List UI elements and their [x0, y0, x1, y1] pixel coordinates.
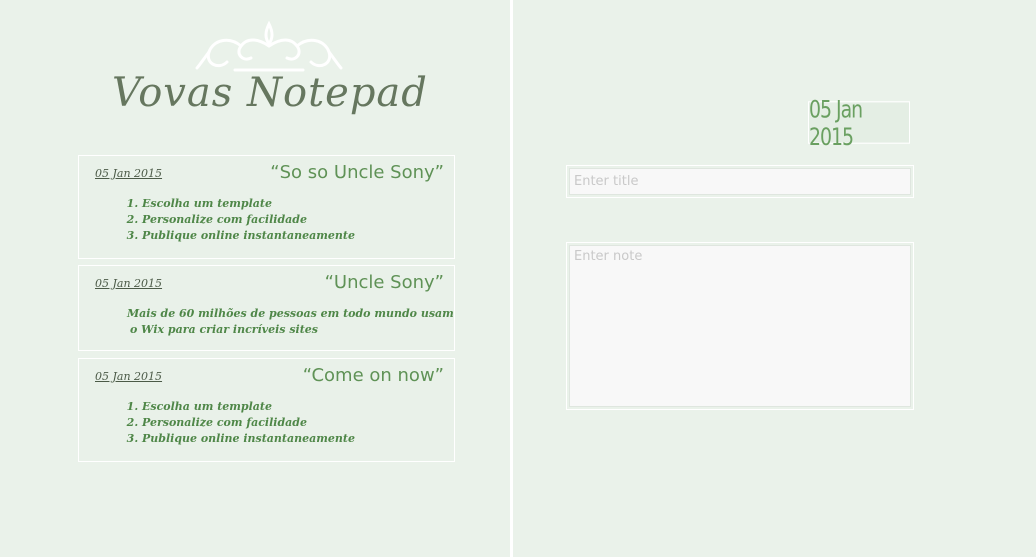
note-list-item: Personalize com facilidade — [142, 415, 355, 431]
note-title: “Uncle Sony” — [324, 272, 444, 293]
note-body: Mais de 60 milhões de pessoas em todo mu… — [127, 306, 454, 338]
note-text-line: Mais de 60 milhões de pessoas em todo mu… — [127, 307, 454, 320]
note-body: Escolha um template Personalize com faci… — [126, 399, 355, 447]
current-date-badge: 05 Jan 2015 — [808, 95, 910, 150]
note-date: 05 Jan 2015 — [95, 277, 163, 290]
note-title: “Come on now” — [302, 365, 444, 386]
title-field-frame — [566, 165, 914, 198]
title-input[interactable] — [569, 168, 911, 195]
note-textarea[interactable] — [569, 245, 911, 407]
note-text-line: o Wix para criar incríveis sites — [130, 323, 318, 336]
note-body: Escolha um template Personalize com faci… — [126, 196, 355, 244]
note-list-item: Publique online instantaneamente — [142, 228, 355, 244]
note-field-frame — [566, 242, 914, 410]
note-list-item: Personalize com facilidade — [142, 212, 355, 228]
note-editor-panel: 05 Jan 2015 — [513, 0, 1036, 557]
ornament-icon — [195, 20, 343, 72]
app-title: Vovas Notepad — [112, 70, 428, 116]
note-list-item: Publique online instantaneamente — [142, 431, 355, 447]
notes-list-panel: Vovas Notepad 05 Jan 2015 “So so Uncle S… — [0, 0, 510, 557]
note-card[interactable]: 05 Jan 2015 “So so Uncle Sony” Escolha u… — [78, 155, 455, 259]
note-card[interactable]: 05 Jan 2015 “Come on now” Escolha um tem… — [78, 358, 455, 462]
note-list-item: Escolha um template — [142, 399, 355, 415]
note-date: 05 Jan 2015 — [95, 370, 163, 383]
note-card[interactable]: 05 Jan 2015 “Uncle Sony” Mais de 60 milh… — [78, 265, 455, 351]
note-title: “So so Uncle Sony” — [270, 162, 444, 183]
note-list-item: Escolha um template — [142, 196, 355, 212]
note-date: 05 Jan 2015 — [95, 167, 163, 180]
